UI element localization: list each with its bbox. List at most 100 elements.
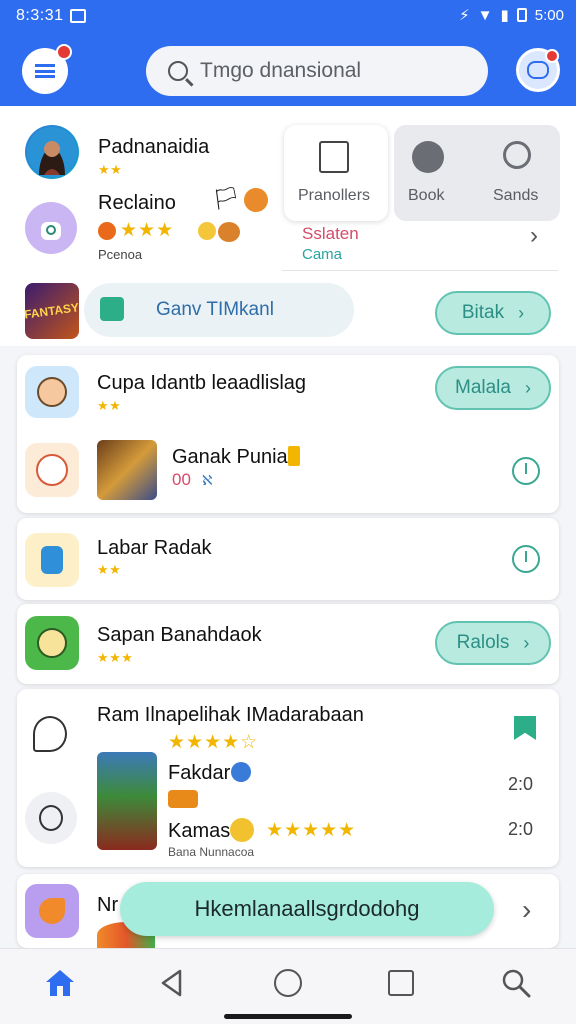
game-thumbnail[interactable] xyxy=(97,440,157,500)
search-input[interactable]: Tmgo dnansional xyxy=(146,46,488,96)
subitem-meta-secondary: ℵ xyxy=(202,472,213,488)
item-title: Kamas xyxy=(168,820,231,842)
card-title: Nr xyxy=(97,894,119,916)
fire-icon xyxy=(168,790,198,808)
button-label: Bitak xyxy=(461,302,505,323)
subitem-title: Ganak Punia xyxy=(172,446,288,468)
floating-action-button[interactable]: Hkemlanaallsgrdodohg xyxy=(120,882,494,936)
app-icon xyxy=(25,366,79,418)
tab-book[interactable]: Book xyxy=(394,125,477,221)
nav-back[interactable] xyxy=(152,963,192,1003)
hamburger-icon xyxy=(35,64,55,78)
game-banner-icon[interactable]: FANTASY xyxy=(24,283,80,339)
app-icon xyxy=(25,884,79,938)
lock-icon xyxy=(41,222,61,240)
book-icon xyxy=(412,141,444,173)
item-subtitle: Bana Nunnacoa xyxy=(168,845,255,859)
rating-stars: ★★ xyxy=(97,398,122,413)
avatar-portrait-icon xyxy=(27,127,77,177)
search-placeholder: Tmgo dnansional xyxy=(200,59,362,82)
back-triangle-icon xyxy=(161,969,182,997)
promo-pill[interactable]: Ganv TIMkanl xyxy=(84,283,354,337)
floating-button-label: Hkemlanaallsgrdodohg xyxy=(194,896,420,921)
thumb-icon xyxy=(198,222,216,240)
status-icons: ⚡ ▼ ▮ 5:00 xyxy=(459,6,564,25)
rating-stars: ★★★★★ xyxy=(266,820,357,841)
fire-icon xyxy=(98,222,116,240)
battery-text: 5:00 xyxy=(534,6,564,24)
battery-icon xyxy=(516,8,527,22)
search-icon xyxy=(168,61,188,81)
rating-stars: ★★★ xyxy=(97,650,134,665)
chat-icon xyxy=(527,61,549,79)
coin-icon xyxy=(244,188,268,212)
nav-home-circle[interactable] xyxy=(268,963,308,1003)
rating-stars: ★★ xyxy=(98,162,123,177)
app-icon[interactable] xyxy=(25,202,77,254)
rating-stars: ★★ xyxy=(97,562,122,577)
chevron-right-icon[interactable]: › xyxy=(522,894,531,926)
grid-icon xyxy=(100,297,124,321)
verified-icon xyxy=(231,762,251,782)
nav-recents[interactable] xyxy=(381,963,421,1003)
notification-badge xyxy=(56,44,72,60)
tab-label: Pranollers xyxy=(298,187,371,204)
burger-icon xyxy=(218,222,240,242)
card-title: Labar Radak xyxy=(97,537,212,559)
divider xyxy=(282,270,558,271)
app-header: 8:3:31 ⚡ ▼ ▮ 5:00 Tmgo dnansional xyxy=(0,0,576,106)
circle-icon xyxy=(274,969,302,997)
item-title: Fakdar xyxy=(168,762,231,784)
tab-group: Book Sands xyxy=(394,125,560,221)
list-item-subtitle: Pcenoa xyxy=(98,247,143,262)
malala-button[interactable]: Malala › xyxy=(435,366,551,410)
nav-search[interactable] xyxy=(496,963,536,1003)
chevron-right-icon: › xyxy=(518,302,525,323)
nav-home[interactable] xyxy=(40,963,80,1003)
chevron-right-icon: › xyxy=(524,377,531,398)
emoji-icon xyxy=(230,818,254,842)
promo-pill-label: Ganv TIMkanl xyxy=(156,299,274,320)
power-icon[interactable] xyxy=(512,457,540,485)
avatar[interactable] xyxy=(25,125,79,179)
app-icon xyxy=(25,443,79,497)
search-icon xyxy=(502,969,531,998)
bitak-button[interactable]: Bitak › xyxy=(435,291,551,335)
power-icon[interactable] xyxy=(512,545,540,573)
card-title: Sapan Banahdaok xyxy=(97,624,262,646)
app-icon xyxy=(25,533,79,587)
item-value: 2:0 xyxy=(508,819,534,839)
tab-sands[interactable]: Sands xyxy=(477,125,560,221)
tab-label: Book xyxy=(408,187,445,204)
list-item-title: Reclaino xyxy=(98,192,176,214)
home-icon xyxy=(46,970,74,996)
menu-button[interactable] xyxy=(22,44,72,94)
ralols-button[interactable]: Ralols › xyxy=(435,621,551,665)
app-icon xyxy=(25,616,79,670)
shield-icon xyxy=(33,716,67,752)
chevron-right-icon: › xyxy=(523,632,530,653)
subitem-meta: 00 xyxy=(172,470,191,489)
document-icon xyxy=(319,141,349,173)
tab-pranollers[interactable]: Pranollers xyxy=(284,125,388,221)
card-title: Cupa Idantb leaadlislag xyxy=(97,372,307,394)
rating-stars: ★★★ xyxy=(120,220,175,241)
profile-button[interactable] xyxy=(516,48,560,92)
status-time: 8:3:31 xyxy=(16,7,64,24)
tag-icon xyxy=(288,446,300,466)
status-bar: 8:3:31 ⚡ ▼ ▮ 5:00 xyxy=(0,0,576,34)
gesture-bar xyxy=(224,1014,352,1019)
bars-icon: ▮ xyxy=(500,7,509,24)
game-thumbnail[interactable] xyxy=(97,752,157,850)
fox-icon xyxy=(39,898,65,924)
bottom-nav xyxy=(0,948,576,1024)
chevron-right-icon[interactable]: › xyxy=(530,222,538,250)
leaf-icon xyxy=(39,805,63,831)
bottle-icon xyxy=(41,546,63,574)
rating-stars: ★★★★☆ xyxy=(168,732,259,753)
card-title: Ram Ilnapelihak IMadarabaan xyxy=(97,704,364,726)
button-label: Ralols xyxy=(456,632,510,653)
flag-icon: 🏳 xyxy=(212,186,240,211)
app-icon xyxy=(25,792,77,844)
category-sublabel: Cama xyxy=(302,246,343,263)
